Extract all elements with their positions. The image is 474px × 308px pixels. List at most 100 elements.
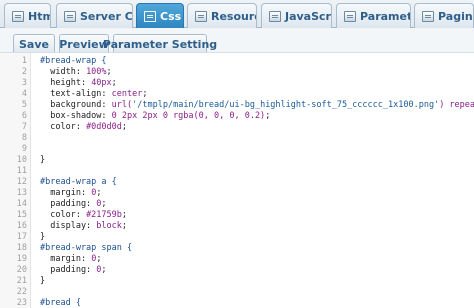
code-token: margin: (40, 254, 92, 264)
image-icon (195, 10, 207, 22)
code-text: color: #0d0d0d; (40, 122, 127, 133)
css-icon (144, 10, 156, 22)
code-text: height: 40px; (40, 78, 117, 89)
code-text: color: #21759b; (40, 210, 127, 221)
code-line: 4 text-align: center; (0, 89, 474, 100)
code-token: width: (40, 67, 87, 77)
line-number: 10 (16, 155, 27, 165)
code-token: ; (101, 199, 107, 209)
code-token: center (111, 89, 143, 99)
code-token: } (40, 232, 46, 242)
code-text: margin: 0; (40, 254, 101, 265)
code-line: 14 padding: 0; (0, 199, 474, 210)
code-text: text-align: center; (40, 89, 148, 100)
line-number: 16 (16, 221, 27, 231)
line-number: 4 (21, 89, 27, 99)
code-line: 17} (0, 232, 474, 243)
code-text: } (40, 232, 45, 243)
tab-resources[interactable]: Resources (187, 3, 257, 28)
line-number: 7 (21, 122, 27, 132)
code-token: ; (121, 221, 128, 231)
line-number: 2 (21, 67, 27, 77)
code-line: 12 #bread-wrap a { (0, 177, 474, 188)
code-text: #bread-wrap span { (40, 243, 132, 254)
code-token: padding: (40, 199, 97, 209)
code-token: block (96, 221, 122, 231)
code-token: } (40, 276, 46, 286)
code-token: height: (40, 78, 92, 88)
code-text: #bread-wrap a { (40, 177, 117, 188)
code-token: #bread { (40, 298, 81, 308)
code-token: 40px (91, 78, 112, 88)
code-line: 11 (0, 166, 474, 177)
line-number: 3 (21, 78, 27, 88)
line-number: 8 (21, 133, 27, 143)
tab-label: Html (28, 9, 50, 23)
code-text: box-shadow: 0 2px 2px 0 rgba(0, 0, 0, 0.… (40, 111, 270, 122)
code-text: #bread-wrap { (40, 56, 107, 67)
code-token: #bread-wrap a { (40, 177, 117, 187)
code-token: ; (142, 89, 148, 99)
line-number: 20 (16, 265, 27, 275)
tab-label: Parameters (360, 9, 411, 23)
tab-label: Resources (211, 9, 256, 23)
code-token: url( (111, 100, 133, 110)
line-number: 11 (16, 166, 27, 176)
code-line: 1 #bread-wrap { (0, 56, 474, 67)
tab-html[interactable]: Html (4, 3, 51, 28)
tab-label: Server Code (80, 9, 133, 23)
save-button[interactable]: Save (13, 34, 55, 54)
code-token: ; (111, 78, 117, 88)
code-text: padding: 0; (40, 199, 107, 210)
code-token: ; (101, 265, 107, 275)
code-token: 100% (86, 67, 107, 77)
tab-css[interactable]: Css (136, 3, 184, 28)
line-number: 12 (16, 177, 27, 187)
code-token: box-shadow: (40, 111, 112, 121)
code-token: text-align: (40, 89, 112, 99)
code-text: width: 100%; (40, 67, 111, 78)
code-token: color: (40, 122, 87, 132)
tab-label: JavaScript (285, 9, 331, 23)
line-number: 6 (21, 111, 27, 121)
code-token: margin: (40, 188, 92, 198)
code-text: #bread { (40, 298, 81, 308)
code-editor[interactable]: 1 #bread-wrap {2 width: 100%; 3 height: 40… (0, 52, 474, 308)
code-text: margin: 0; (40, 188, 101, 199)
code-line: 21} (0, 276, 474, 287)
tab-parameters[interactable]: Parameters (336, 3, 411, 28)
code-token: ; (121, 210, 128, 220)
parameter-setting-button[interactable]: Parameter Setting (103, 34, 217, 54)
code-token: 0 2px 2px 0 rgba(0, 0, 0, 0.2) (111, 111, 266, 121)
line-number: 5 (21, 100, 27, 110)
code-text: } (40, 276, 45, 287)
code-line: 16 display: block; (0, 221, 474, 232)
line-number: 13 (16, 188, 27, 198)
line-number: 23 (16, 298, 27, 308)
code-token: #21759b (86, 210, 122, 220)
code-token: ; (96, 188, 102, 198)
code-line: 23 #bread { (0, 298, 474, 308)
script-icon (269, 10, 281, 22)
code-token: } (40, 155, 46, 165)
tab-paging[interactable]: Paging (414, 3, 474, 28)
tab-label: Css (160, 9, 182, 23)
code-line: 8 (0, 133, 474, 144)
code-line: 9 (0, 144, 474, 155)
code-text: padding: 0; (40, 265, 107, 276)
code-text: display: block; (40, 221, 127, 232)
tab-javascript[interactable]: JavaScript (261, 3, 332, 28)
tab-server-code[interactable]: Server Code (56, 3, 133, 28)
code-line: 15 color: #21759b; (0, 210, 474, 221)
code-line: 22 (0, 287, 474, 298)
pencil-icon (64, 10, 76, 22)
tab-bar: Html Server Code Css Resources JavaScrip… (0, 0, 474, 28)
line-number: 9 (21, 144, 27, 154)
code-line: 3 height: 40px; (0, 78, 474, 89)
code-token: ; (121, 122, 128, 132)
code-token: #0d0d0d (86, 122, 122, 132)
line-number: 1 (21, 56, 27, 66)
line-number: 18 (16, 243, 27, 253)
code-token: '/tmplp/main/bread/ui-bg_highlight-soft_… (132, 100, 440, 110)
preview-button[interactable]: Preview (59, 34, 109, 54)
